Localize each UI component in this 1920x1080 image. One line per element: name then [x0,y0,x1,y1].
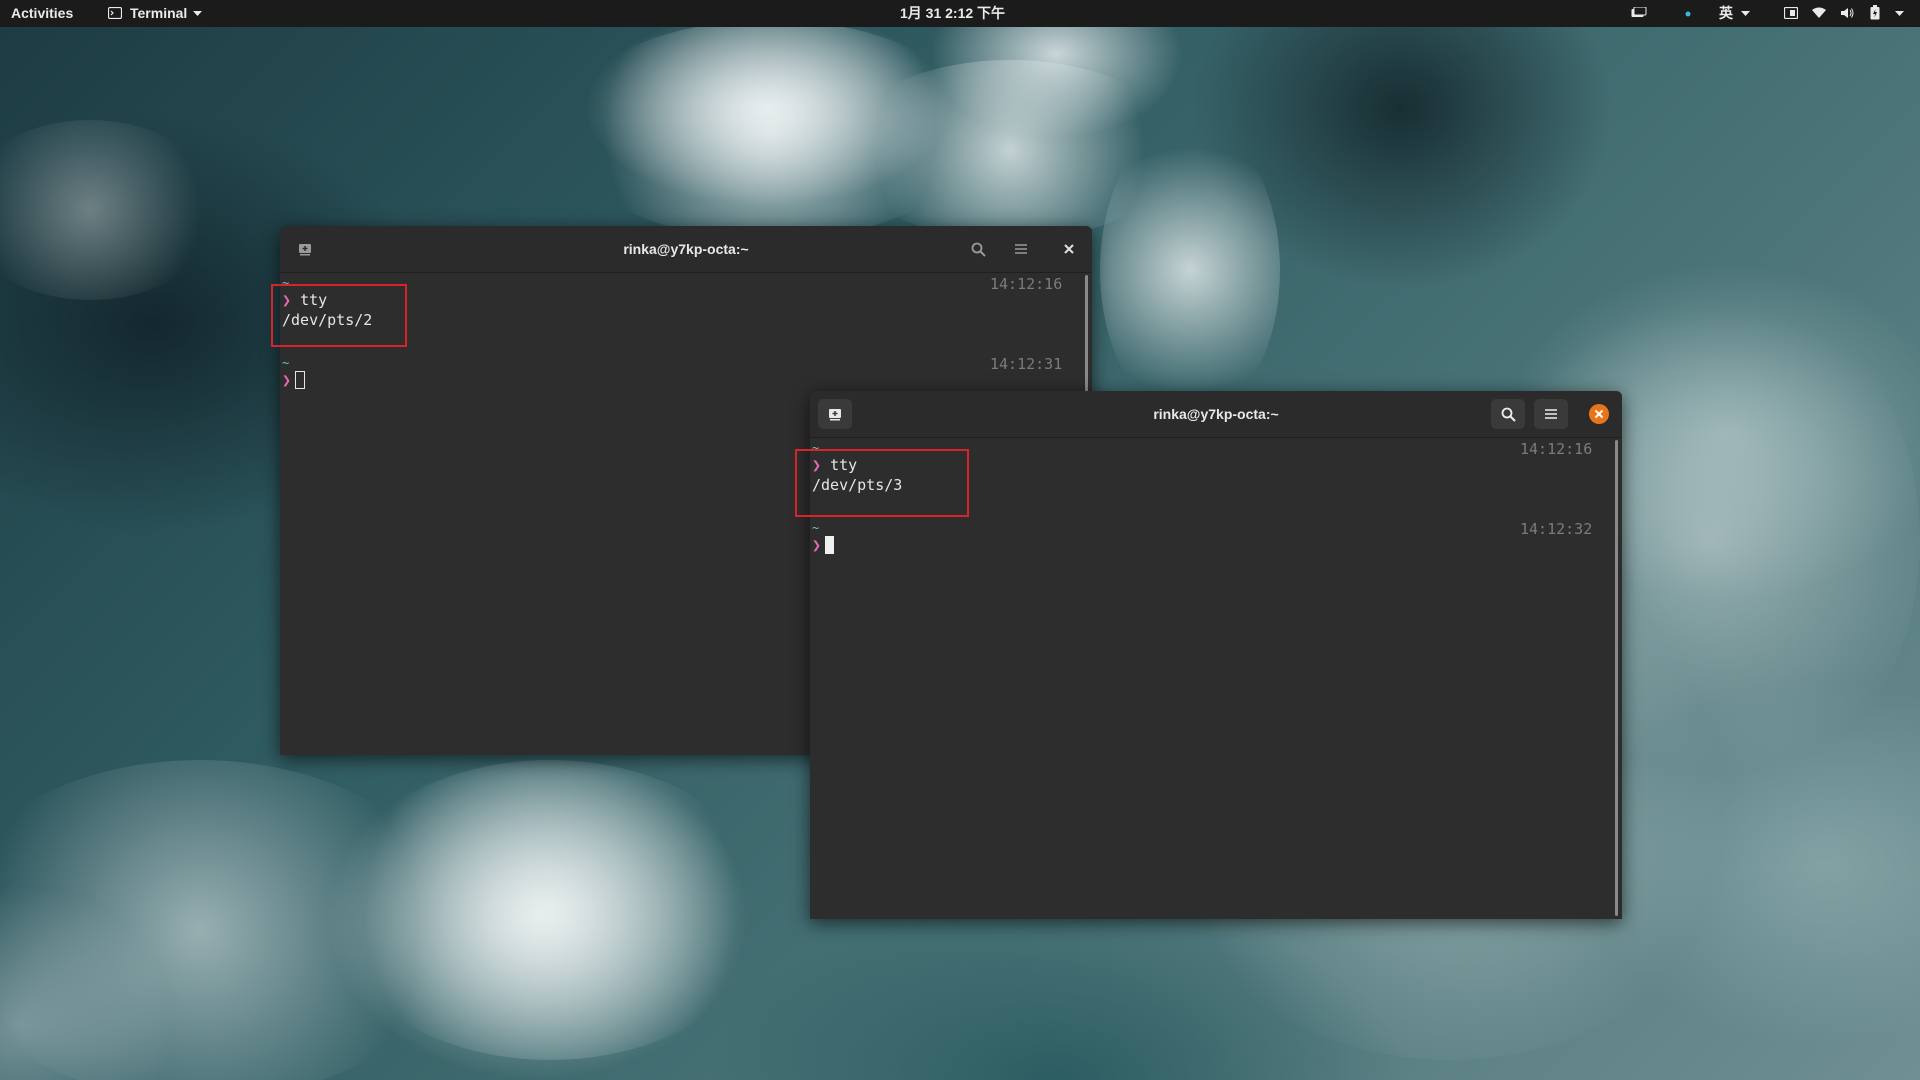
prompt-line[interactable]: ❯ [282,370,306,390]
timestamp: 14:12:32 [1520,520,1593,538]
prompt-symbol: ❯ [812,536,822,554]
search-icon [971,242,986,257]
new-tab-button[interactable] [818,399,852,429]
window-headerbar[interactable]: rinka@y7kp-octa:~ [280,226,1092,273]
window-headerbar[interactable]: rinka@y7kp-octa:~ [810,391,1622,438]
prompt-line[interactable]: ❯ [812,535,835,555]
prompt-symbol: ❯ [282,371,292,389]
timestamp: 14:12:31 [990,355,1063,373]
activity-dot-icon[interactable] [1684,10,1692,18]
dropdown-arrow-icon [193,11,202,16]
dropdown-arrow-icon[interactable] [1895,11,1904,17]
search-icon [1501,407,1516,422]
menu-icon [1545,409,1557,419]
volume-icon[interactable] [1840,7,1854,19]
wifi-icon[interactable] [1812,7,1826,19]
search-button[interactable] [961,234,995,264]
menu-icon [1015,244,1027,254]
close-button[interactable] [1582,399,1616,429]
dropdown-arrow-icon [1741,11,1750,16]
scrollbar[interactable] [1615,440,1618,916]
close-icon [1589,404,1609,424]
text-cursor [825,536,835,554]
app-menu-label: Terminal [130,5,188,21]
top-bar: Activities Terminal 1月 31 2:12 下午 英 [0,0,1920,27]
highlight-box [795,449,969,517]
text-cursor [295,371,306,389]
input-method-indicator[interactable]: 英 [1719,0,1733,27]
battery-icon[interactable] [1870,5,1880,20]
timestamp: 14:12:16 [1520,440,1593,458]
new-tab-button[interactable] [288,234,322,264]
clock[interactable]: 1月 31 2:12 下午 [900,0,1020,27]
window-icon[interactable] [1784,7,1798,19]
new-tab-icon [829,409,841,421]
terminal-icon [108,7,122,19]
app-menu-button[interactable]: Terminal [108,0,204,27]
highlight-box [271,284,407,347]
activities-button[interactable]: Activities [11,0,73,27]
timestamp: 14:12:16 [990,275,1063,293]
close-button[interactable] [1052,234,1086,264]
screen-icon[interactable] [1631,7,1647,19]
menu-button[interactable] [1004,234,1038,264]
search-button[interactable] [1491,399,1525,429]
menu-button[interactable] [1534,399,1568,429]
new-tab-icon [299,244,311,256]
close-icon [1064,244,1074,254]
